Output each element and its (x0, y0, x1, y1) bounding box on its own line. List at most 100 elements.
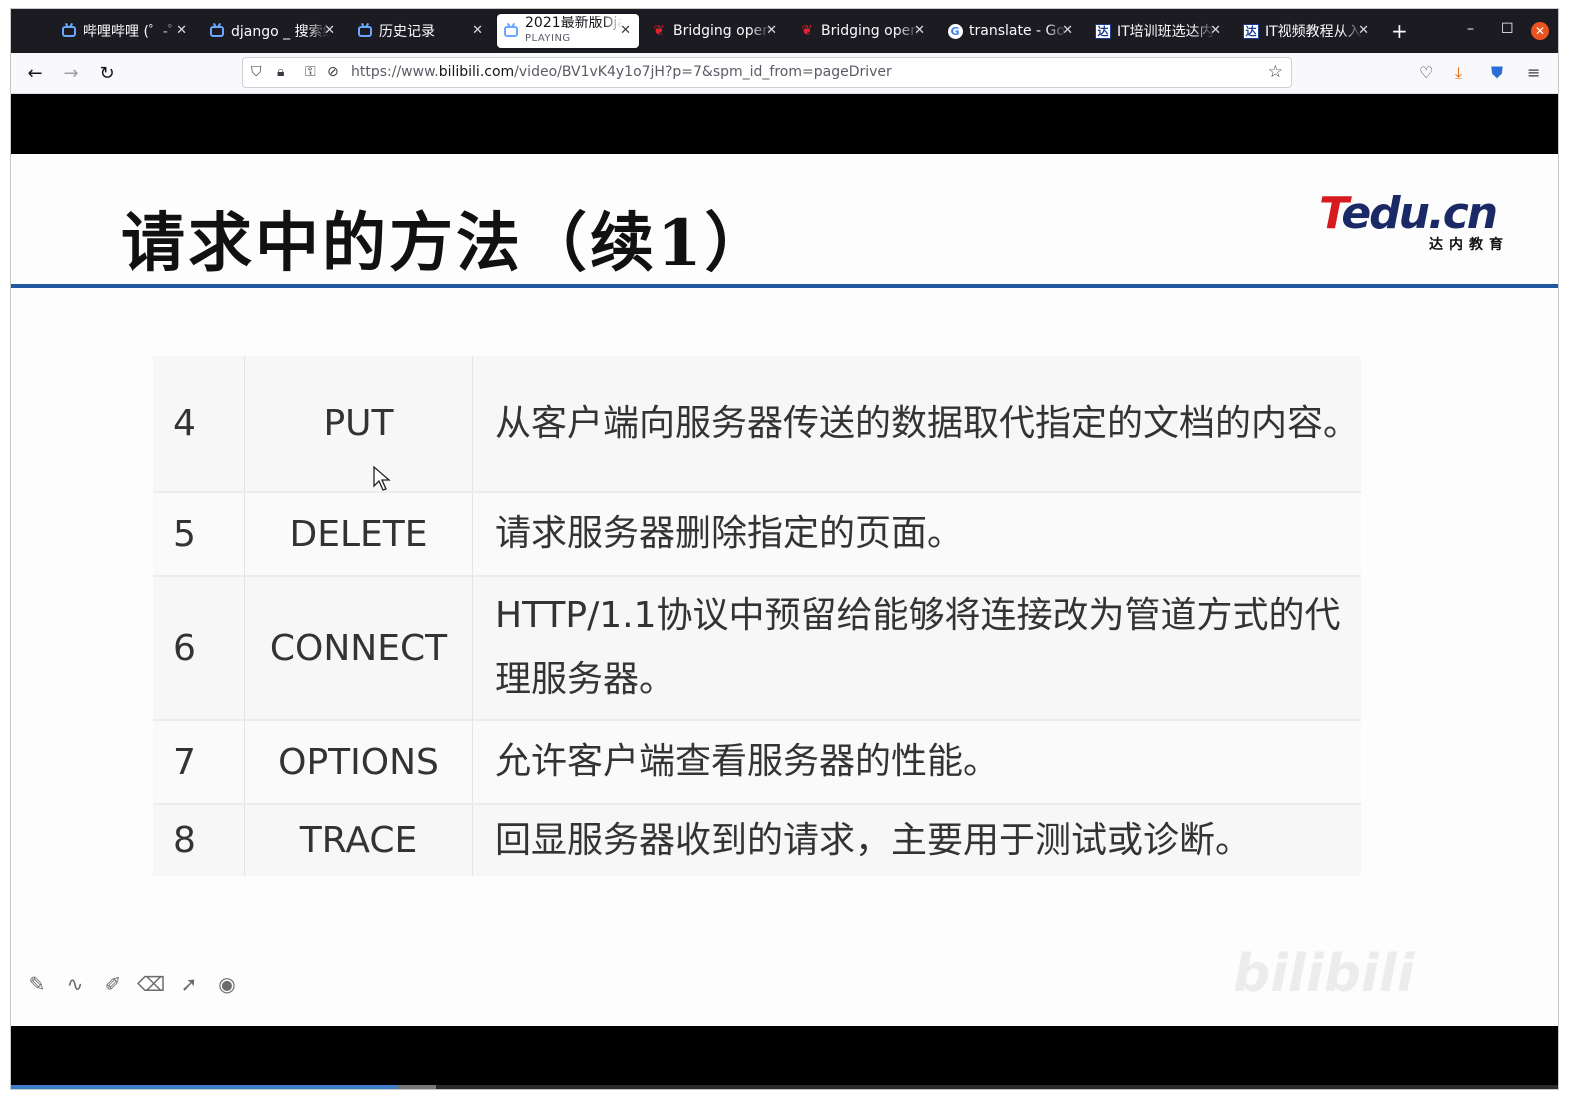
url-text[interactable]: https://www.bilibili.com/video/BV1vK4y1o… (351, 64, 892, 80)
tab-django-search[interactable]: django _ 搜索结果 ✕ (203, 14, 343, 48)
buffered-segment (398, 1085, 437, 1089)
tab-history[interactable]: 历史记录 ✕ (351, 14, 491, 48)
progress-fill (11, 1085, 399, 1089)
tab-title: translate - Google (969, 23, 1067, 39)
browser-window: 哔哩哔哩 (゜-゜)つロ ✕ django _ 搜索结果 ✕ 历史记录 ✕ 20… (10, 8, 1559, 1090)
pen-icon[interactable]: ✎ (25, 972, 49, 996)
extension-icon[interactable]: ⛊ (1491, 63, 1503, 83)
table-row: 5 DELETE 请求服务器删除指定的页面。 (153, 491, 1361, 576)
maple-leaf-icon: ❦ (653, 23, 665, 39)
video-progress-bar[interactable] (11, 1085, 1558, 1089)
navigation-toolbar: ← → ↻ ⛉ 🔒︎ ⚿ ⊘ https://www.bilibili.com/… (11, 53, 1558, 94)
title-divider (11, 284, 1558, 288)
table-row: 6 CONNECT HTTP/1.1协议中预留给能够将连接改为管道方式的代理服务… (153, 575, 1361, 720)
tab-bridging-open-2[interactable]: ❦ Bridging open ✕ (793, 14, 933, 48)
method-description: 从客户端向服务器传送的数据取代指定的文档的内容。 (495, 402, 1360, 444)
method-description: HTTP/1.1协议中预留给能够将连接改为管道方式的代理服务器。 (472, 575, 1361, 720)
permissions-icon[interactable]: ⚿ (305, 64, 316, 80)
tab-it-video[interactable]: 达 IT视频教程从入门 ✕ (1237, 14, 1377, 48)
close-tab-icon[interactable]: ✕ (1210, 23, 1221, 38)
tab-title: IT视频教程从入门 (1265, 24, 1363, 40)
row-number: 5 (153, 491, 245, 576)
method-name: CONNECT (244, 575, 473, 720)
url-domain: bilibili.com (438, 64, 515, 80)
table-row: 8 TRACE 回显服务器收到的请求，主要用于测试或诊断。 (153, 803, 1361, 876)
close-tab-icon[interactable]: ✕ (1062, 23, 1073, 38)
close-tab-icon[interactable]: ✕ (914, 23, 925, 38)
back-arrow-icon[interactable]: ← (23, 61, 47, 85)
tarena-icon: 达 (1095, 23, 1111, 39)
tab-title: django _ 搜索结果 (231, 24, 329, 40)
bilibili-icon (357, 23, 373, 39)
row-number: 4 (153, 356, 245, 492)
google-icon: G (947, 23, 963, 39)
table-row: 7 OPTIONS 允许客户端查看服务器的性能。 (153, 719, 1361, 804)
tedu-logo: Tedu.cn 达内教育 (1319, 192, 1509, 254)
video-player[interactable]: 请求中的方法（续1） Tedu.cn 达内教育 4 PUT 从客户端向服务器传送… (11, 94, 1558, 1089)
close-tab-icon[interactable]: ✕ (620, 23, 631, 38)
logo-subtitle: 达内教育 (1429, 237, 1509, 253)
maple-leaf-icon: ❦ (801, 23, 813, 39)
maximize-icon[interactable]: ☐ (1501, 21, 1514, 37)
logo-letter: T (1319, 188, 1343, 239)
forward-arrow-icon[interactable]: → (59, 61, 83, 85)
close-tab-icon[interactable]: ✕ (176, 23, 187, 38)
tab-title: IT培训班选达内 (1117, 24, 1214, 40)
playing-badge: PLAYING (525, 33, 571, 44)
downloads-icon[interactable]: ⤓ (1455, 63, 1462, 83)
reload-icon[interactable]: ↻ (95, 61, 119, 85)
tab-title: 哔哩哔哩 (゜-゜)つロ (83, 24, 181, 40)
method-name: DELETE (244, 491, 473, 576)
tab-title: 2021最新版Django (525, 16, 623, 31)
tab-translate-google[interactable]: G translate - Google ✕ (941, 14, 1081, 48)
close-tab-icon[interactable]: ✕ (324, 23, 335, 38)
tab-title: Bridging open (673, 23, 771, 39)
tab-strip: 哔哩哔哩 (゜-゜)つロ ✕ django _ 搜索结果 ✕ 历史记录 ✕ 20… (11, 9, 1558, 53)
highlighter-icon[interactable]: ✐ (101, 972, 125, 996)
annotation-toolbar: ✎ ∿ ✐ ⌫ ➚ ◉ (25, 972, 239, 996)
curve-icon[interactable]: ∿ (63, 972, 87, 996)
pointer-icon[interactable]: ➚ (177, 972, 201, 996)
method-name: OPTIONS (244, 719, 473, 804)
http-methods-table: 4 PUT 从客户端向服务器传送的数据取代指定的文档的内容。 5 DELETE … (153, 356, 1361, 876)
close-tab-icon[interactable]: ✕ (766, 23, 777, 38)
method-description: 回显服务器收到的请求，主要用于测试或诊断。 (472, 803, 1361, 876)
bilibili-icon (503, 23, 519, 39)
address-bar[interactable]: ⛉ 🔒︎ ⚿ ⊘ https://www.bilibili.com/video/… (242, 57, 1292, 88)
bilibili-icon (209, 23, 225, 39)
tab-title: Bridging open (821, 23, 919, 39)
record-icon[interactable]: ◉ (215, 972, 239, 996)
method-name: TRACE (244, 803, 473, 876)
row-number: 7 (153, 719, 245, 804)
lock-icon[interactable]: 🔒︎ (277, 64, 284, 80)
menu-icon[interactable]: ≡ (1527, 63, 1540, 82)
logo-text: edu.cn (1341, 188, 1498, 239)
close-tab-icon[interactable]: ✕ (1358, 23, 1369, 38)
window-close-icon[interactable]: ✕ (1531, 22, 1549, 40)
eraser-icon[interactable]: ⌫ (137, 972, 165, 996)
bilibili-watermark: bilibili (1221, 944, 1414, 1004)
bilibili-icon (61, 23, 77, 39)
tab-title: 历史记录 (379, 24, 435, 40)
autoplay-blocked-icon[interactable]: ⊘ (327, 64, 339, 80)
shield-icon[interactable]: ⛉ (251, 64, 262, 80)
slide-title: 请求中的方法（续1） (121, 206, 772, 281)
tab-it-training[interactable]: 达 IT培训班选达内 ✕ (1089, 14, 1229, 48)
watermark-text: bilibili (1233, 944, 1415, 1004)
pocket-icon[interactable]: ♡ (1419, 63, 1433, 82)
close-tab-icon[interactable]: ✕ (472, 23, 483, 38)
method-description: 允许客户端查看服务器的性能。 (472, 719, 1361, 804)
mouse-cursor-icon (373, 466, 391, 491)
tab-bilibili-home[interactable]: 哔哩哔哩 (゜-゜)つロ ✕ (55, 14, 195, 48)
slide: 请求中的方法（续1） Tedu.cn 达内教育 4 PUT 从客户端向服务器传送… (11, 154, 1558, 1026)
tarena-icon: 达 (1243, 23, 1259, 39)
method-description: 请求服务器删除指定的页面。 (472, 491, 1361, 576)
new-tab-button[interactable]: + (1391, 19, 1408, 43)
row-number: 6 (153, 575, 245, 720)
method-name: PUT (244, 356, 473, 492)
bookmark-star-icon[interactable]: ☆ (1268, 62, 1283, 82)
minimize-icon[interactable]: – (1467, 21, 1474, 37)
row-number: 8 (153, 803, 245, 876)
tab-bridging-open-1[interactable]: ❦ Bridging open ✕ (645, 14, 785, 48)
tab-django-video-active[interactable]: 2021最新版Django PLAYING ✕ (497, 14, 639, 48)
